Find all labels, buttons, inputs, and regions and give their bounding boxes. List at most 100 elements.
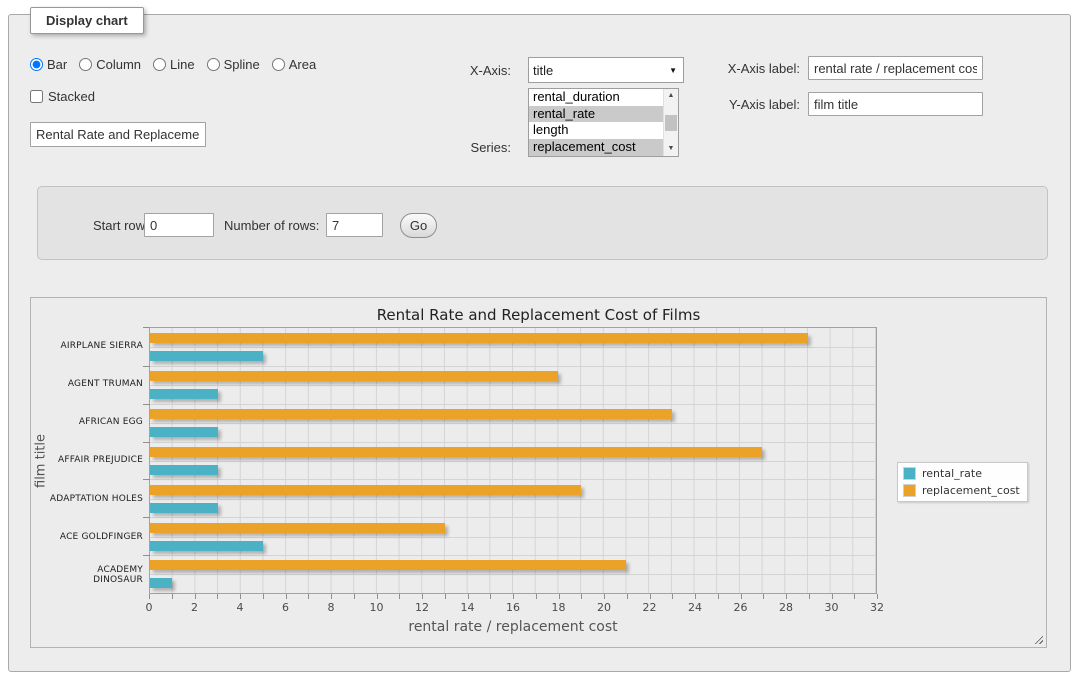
rental_rate-bar (150, 427, 218, 437)
y-category-label: AIRPLANE SIERRA (49, 327, 143, 365)
scrollbar-thumb[interactable] (665, 115, 677, 131)
series-options: rental_durationrental_ratelengthreplacem… (529, 89, 663, 156)
go-button[interactable]: Go (400, 213, 437, 238)
page: Display chart Bar Column Line Spline Area St… (0, 0, 1081, 681)
x-tick-mark (286, 594, 287, 599)
x-tick-mark (422, 594, 423, 599)
start-row-input[interactable] (144, 213, 214, 237)
x-tick-mark (513, 594, 514, 599)
x-tick-mark (786, 594, 787, 599)
rental_rate-bar (150, 465, 218, 475)
replacement_cost-bar (150, 523, 445, 533)
x-tick-label: 30 (825, 601, 839, 614)
stacked-label: Stacked (48, 89, 95, 104)
x-axis-label-input[interactable] (808, 56, 983, 80)
chart-type-spline[interactable]: Spline (207, 57, 260, 72)
x-tick-label: 10 (370, 601, 384, 614)
x-tick-mark (399, 594, 400, 599)
replacement_cost-bar (150, 409, 672, 419)
replacement_cost-bar (150, 371, 558, 381)
rental_rate-bar (150, 389, 218, 399)
chart-type-radio-column[interactable] (79, 58, 92, 71)
x-tick-label: 22 (643, 601, 657, 614)
x-axis-select[interactable]: title (528, 57, 684, 83)
chart-type-area[interactable]: Area (272, 57, 316, 72)
x-tick-mark (149, 594, 150, 599)
x-tick-mark (377, 594, 378, 599)
scrollbar-track[interactable] (664, 103, 678, 142)
y-axis-title: film title (33, 327, 49, 594)
chart-title-input[interactable] (30, 122, 206, 147)
category-band (150, 555, 876, 593)
x-tick-mark (490, 594, 491, 599)
x-tick-mark (354, 594, 355, 599)
x-tick-label: 8 (328, 601, 335, 614)
category-band (150, 442, 876, 480)
chart-container: Rental Rate and Replacement Cost of Film… (30, 297, 1047, 648)
replacement_cost-bar (150, 333, 808, 343)
x-tick-mark (172, 594, 173, 599)
x-tick-mark (832, 594, 833, 599)
x-tick-mark (672, 594, 673, 599)
series-option-length[interactable]: length (529, 122, 663, 139)
resize-grip-icon[interactable] (1032, 633, 1043, 644)
x-tick-label: 28 (779, 601, 793, 614)
category-band (150, 328, 876, 366)
x-tick-label: 14 (461, 601, 475, 614)
x-tick-mark (240, 594, 241, 599)
chart-type-radio-spline[interactable] (207, 58, 220, 71)
scrollbar-up-icon[interactable]: ▲ (664, 89, 678, 103)
chart-type-radio-area[interactable] (272, 58, 285, 71)
fieldset-legend: Display chart (30, 7, 144, 34)
scrollbar-down-icon[interactable]: ▼ (664, 142, 678, 156)
chart-type-label: Column (96, 57, 141, 72)
stacked-option[interactable]: Stacked (30, 89, 95, 104)
x-tick-mark (468, 594, 469, 599)
y-category-label: ACADEMY DINOSAUR (49, 556, 143, 594)
plot-area (149, 327, 877, 594)
chart-type-label: Area (289, 57, 316, 72)
series-listbox[interactable]: rental_durationrental_ratelengthreplacem… (528, 88, 679, 157)
x-tick-mark (263, 594, 264, 599)
chart-legend: rental_ratereplacement_cost (897, 462, 1028, 502)
series-scrollbar[interactable]: ▲ ▼ (663, 89, 678, 156)
chart-type-bar[interactable]: Bar (30, 57, 67, 72)
y-category-label: ADAPTATION HOLES (49, 480, 143, 518)
chart-type-column[interactable]: Column (79, 57, 141, 72)
x-axis-field-label: X-Axis: (420, 63, 511, 78)
series-option-rental_rate[interactable]: rental_rate (529, 106, 663, 123)
chart-type-line[interactable]: Line (153, 57, 195, 72)
legend-label: rental_rate (922, 467, 982, 480)
stacked-checkbox[interactable] (30, 90, 43, 103)
x-tick-label: 16 (506, 601, 520, 614)
chart-type-radio-line[interactable] (153, 58, 166, 71)
x-axis-tick-labels: 02468101214161820222426283032 (149, 601, 877, 615)
x-tick-label: 24 (688, 601, 702, 614)
legend-swatch-icon (903, 484, 916, 497)
series-field-label: Series: (420, 140, 511, 155)
start-row-label: Start row: (93, 218, 149, 233)
rental_rate-bar (150, 503, 218, 513)
x-tick-label: 4 (237, 601, 244, 614)
y-axis-label-input[interactable] (808, 92, 983, 116)
x-tick-mark (445, 594, 446, 599)
x-axis-select-wrap: title ▼ (528, 57, 684, 83)
legend-swatch-icon (903, 467, 916, 480)
chart-type-label: Bar (47, 57, 67, 72)
x-tick-label: 12 (415, 601, 429, 614)
x-tick-mark (627, 594, 628, 599)
y-axis-label-field-label: Y-Axis label: (710, 97, 800, 112)
num-rows-input[interactable] (326, 213, 383, 237)
num-rows-label: Number of rows: (224, 218, 319, 233)
replacement_cost-bar (150, 560, 626, 570)
series-option-replacement_cost[interactable]: replacement_cost (529, 139, 663, 156)
x-tick-mark (559, 594, 560, 599)
y-category-label: AGENT TRUMAN (49, 365, 143, 403)
y-category-label: AFRICAN EGG (49, 403, 143, 441)
x-axis-label-field-label: X-Axis label: (710, 61, 800, 76)
x-tick-label: 26 (734, 601, 748, 614)
legend-entry-rental_rate: rental_rate (903, 467, 1020, 480)
chart-type-radio-bar[interactable] (30, 58, 43, 71)
x-tick-mark (741, 594, 742, 599)
series-option-rental_duration[interactable]: rental_duration (529, 89, 663, 106)
